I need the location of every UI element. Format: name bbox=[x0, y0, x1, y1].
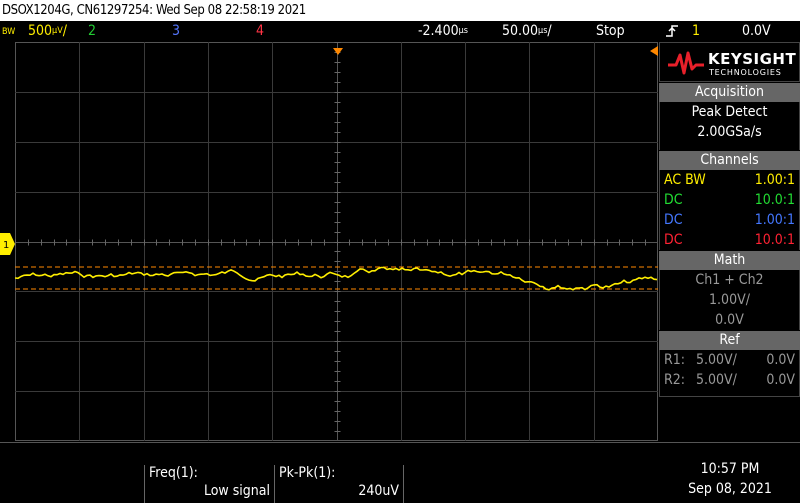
graticule bbox=[15, 42, 658, 441]
math-scale: 1.00V/ bbox=[709, 292, 750, 308]
trigger-time-marker[interactable] bbox=[333, 41, 343, 55]
ch2-label[interactable]: 2 bbox=[88, 21, 96, 41]
acquisition-mode: Peak Detect bbox=[691, 104, 768, 120]
trigger-source[interactable]: 1 bbox=[692, 21, 700, 41]
channel-coupling: AC BW bbox=[664, 172, 706, 188]
channel-coupling: DC bbox=[664, 192, 683, 208]
math-header[interactable]: Math bbox=[659, 251, 800, 270]
sample-rate: 2.00GSa/s bbox=[697, 124, 762, 140]
logo-sub: TECHNOLOGIES bbox=[709, 68, 782, 77]
channel-probe: 10.0:1 bbox=[754, 232, 795, 248]
measurement-name: Pk-Pk(1): bbox=[279, 465, 336, 481]
channel-probe: 1.00:1 bbox=[754, 212, 795, 228]
channel-row-4[interactable]: DC 10.0:1 bbox=[660, 230, 799, 250]
ref-section: R1: 5.00V/0.0V R2: 5.00V/0.0V bbox=[659, 350, 800, 397]
ch1-waveform bbox=[15, 266, 658, 291]
clock: 10:57 PM Sep 08, 2021 bbox=[660, 459, 800, 499]
ref-row-2[interactable]: R2: 5.00V/0.0V bbox=[660, 370, 799, 390]
ch3-label[interactable]: 3 bbox=[172, 21, 180, 41]
channel-coupling: DC bbox=[664, 212, 683, 228]
trigger-position[interactable]: -2.400μs bbox=[418, 21, 468, 41]
ref-header[interactable]: Ref bbox=[659, 331, 800, 350]
time-scale[interactable]: 50.00μs/ bbox=[502, 21, 552, 41]
clock-time: 10:57 PM bbox=[700, 461, 760, 477]
trigger-level[interactable]: 0.0V bbox=[742, 21, 771, 41]
keysight-logo: KEYSIGHT TECHNOLOGIES bbox=[659, 42, 800, 82]
channel-probe: 10.0:1 bbox=[754, 192, 795, 208]
ref-scale: 5.00V/ bbox=[696, 352, 737, 368]
measurement-bar: Freq(1): Low signal Pk-Pk(1): 240uV 10:5… bbox=[0, 442, 800, 503]
channel-row-2[interactable]: DC 10.0:1 bbox=[660, 190, 799, 210]
ref-scale: 5.00V/ bbox=[696, 372, 737, 388]
ch1-scale[interactable]: 500μV/ bbox=[28, 21, 67, 41]
keysight-wave-icon bbox=[668, 51, 704, 75]
ref-name: R1: bbox=[664, 352, 686, 368]
logo-word: KEYSIGHT bbox=[708, 50, 797, 68]
math-offset: 0.0V bbox=[715, 312, 744, 328]
svg-text:1: 1 bbox=[3, 240, 9, 251]
trigger-level-marker[interactable] bbox=[650, 41, 658, 56]
ch4-label[interactable]: 4 bbox=[256, 21, 264, 41]
channel-row-1[interactable]: AC BW 1.00:1 bbox=[660, 170, 799, 190]
channel-probe: 1.00:1 bbox=[754, 172, 795, 188]
measurement-freq[interactable]: Freq(1): Low signal bbox=[144, 465, 274, 503]
measurement-value: 240uV bbox=[358, 483, 399, 499]
clock-date: Sep 08, 2021 bbox=[688, 481, 772, 497]
channel-coupling: DC bbox=[664, 232, 683, 248]
acquisition-section: Peak Detect 2.00GSa/s bbox=[659, 102, 800, 150]
waveform-display[interactable] bbox=[15, 42, 658, 441]
ref-row-1[interactable]: R1: 5.00V/0.0V bbox=[660, 350, 799, 370]
side-panel: KEYSIGHT TECHNOLOGIES Acquisition Peak D… bbox=[659, 42, 800, 442]
measurement-pkpk[interactable]: Pk-Pk(1): 240uV bbox=[274, 465, 404, 503]
acquisition-header[interactable]: Acquisition bbox=[659, 83, 800, 102]
math-function: Ch1 + Ch2 bbox=[695, 272, 764, 288]
measurement-value: Low signal bbox=[203, 483, 270, 499]
ch1-ground-marker[interactable]: 1 bbox=[0, 233, 15, 255]
ref-offset: 0.0V bbox=[766, 352, 795, 368]
math-section: Ch1 + Ch2 1.00V/ 0.0V bbox=[659, 270, 800, 330]
ref-offset: 0.0V bbox=[766, 372, 795, 388]
channels-section: AC BW 1.00:1 DC 10.0:1 DC 1.00:1 DC 10.0:1 bbox=[659, 170, 800, 250]
measurement-name: Freq(1): bbox=[149, 465, 198, 481]
run-state[interactable]: Stop bbox=[596, 21, 625, 41]
channels-header[interactable]: Channels bbox=[659, 151, 800, 170]
channel-row-3[interactable]: DC 1.00:1 bbox=[660, 210, 799, 230]
status-bar: BW 500μV/ 2 3 4 -2.400μs 50.00μs/ Stop 1… bbox=[0, 21, 800, 41]
title-bar: DSOX1204G, CN61297254: Wed Sep 08 22:58:… bbox=[0, 0, 800, 21]
ref-name: R2: bbox=[664, 372, 686, 388]
bw-limit-label: BW bbox=[2, 27, 16, 37]
